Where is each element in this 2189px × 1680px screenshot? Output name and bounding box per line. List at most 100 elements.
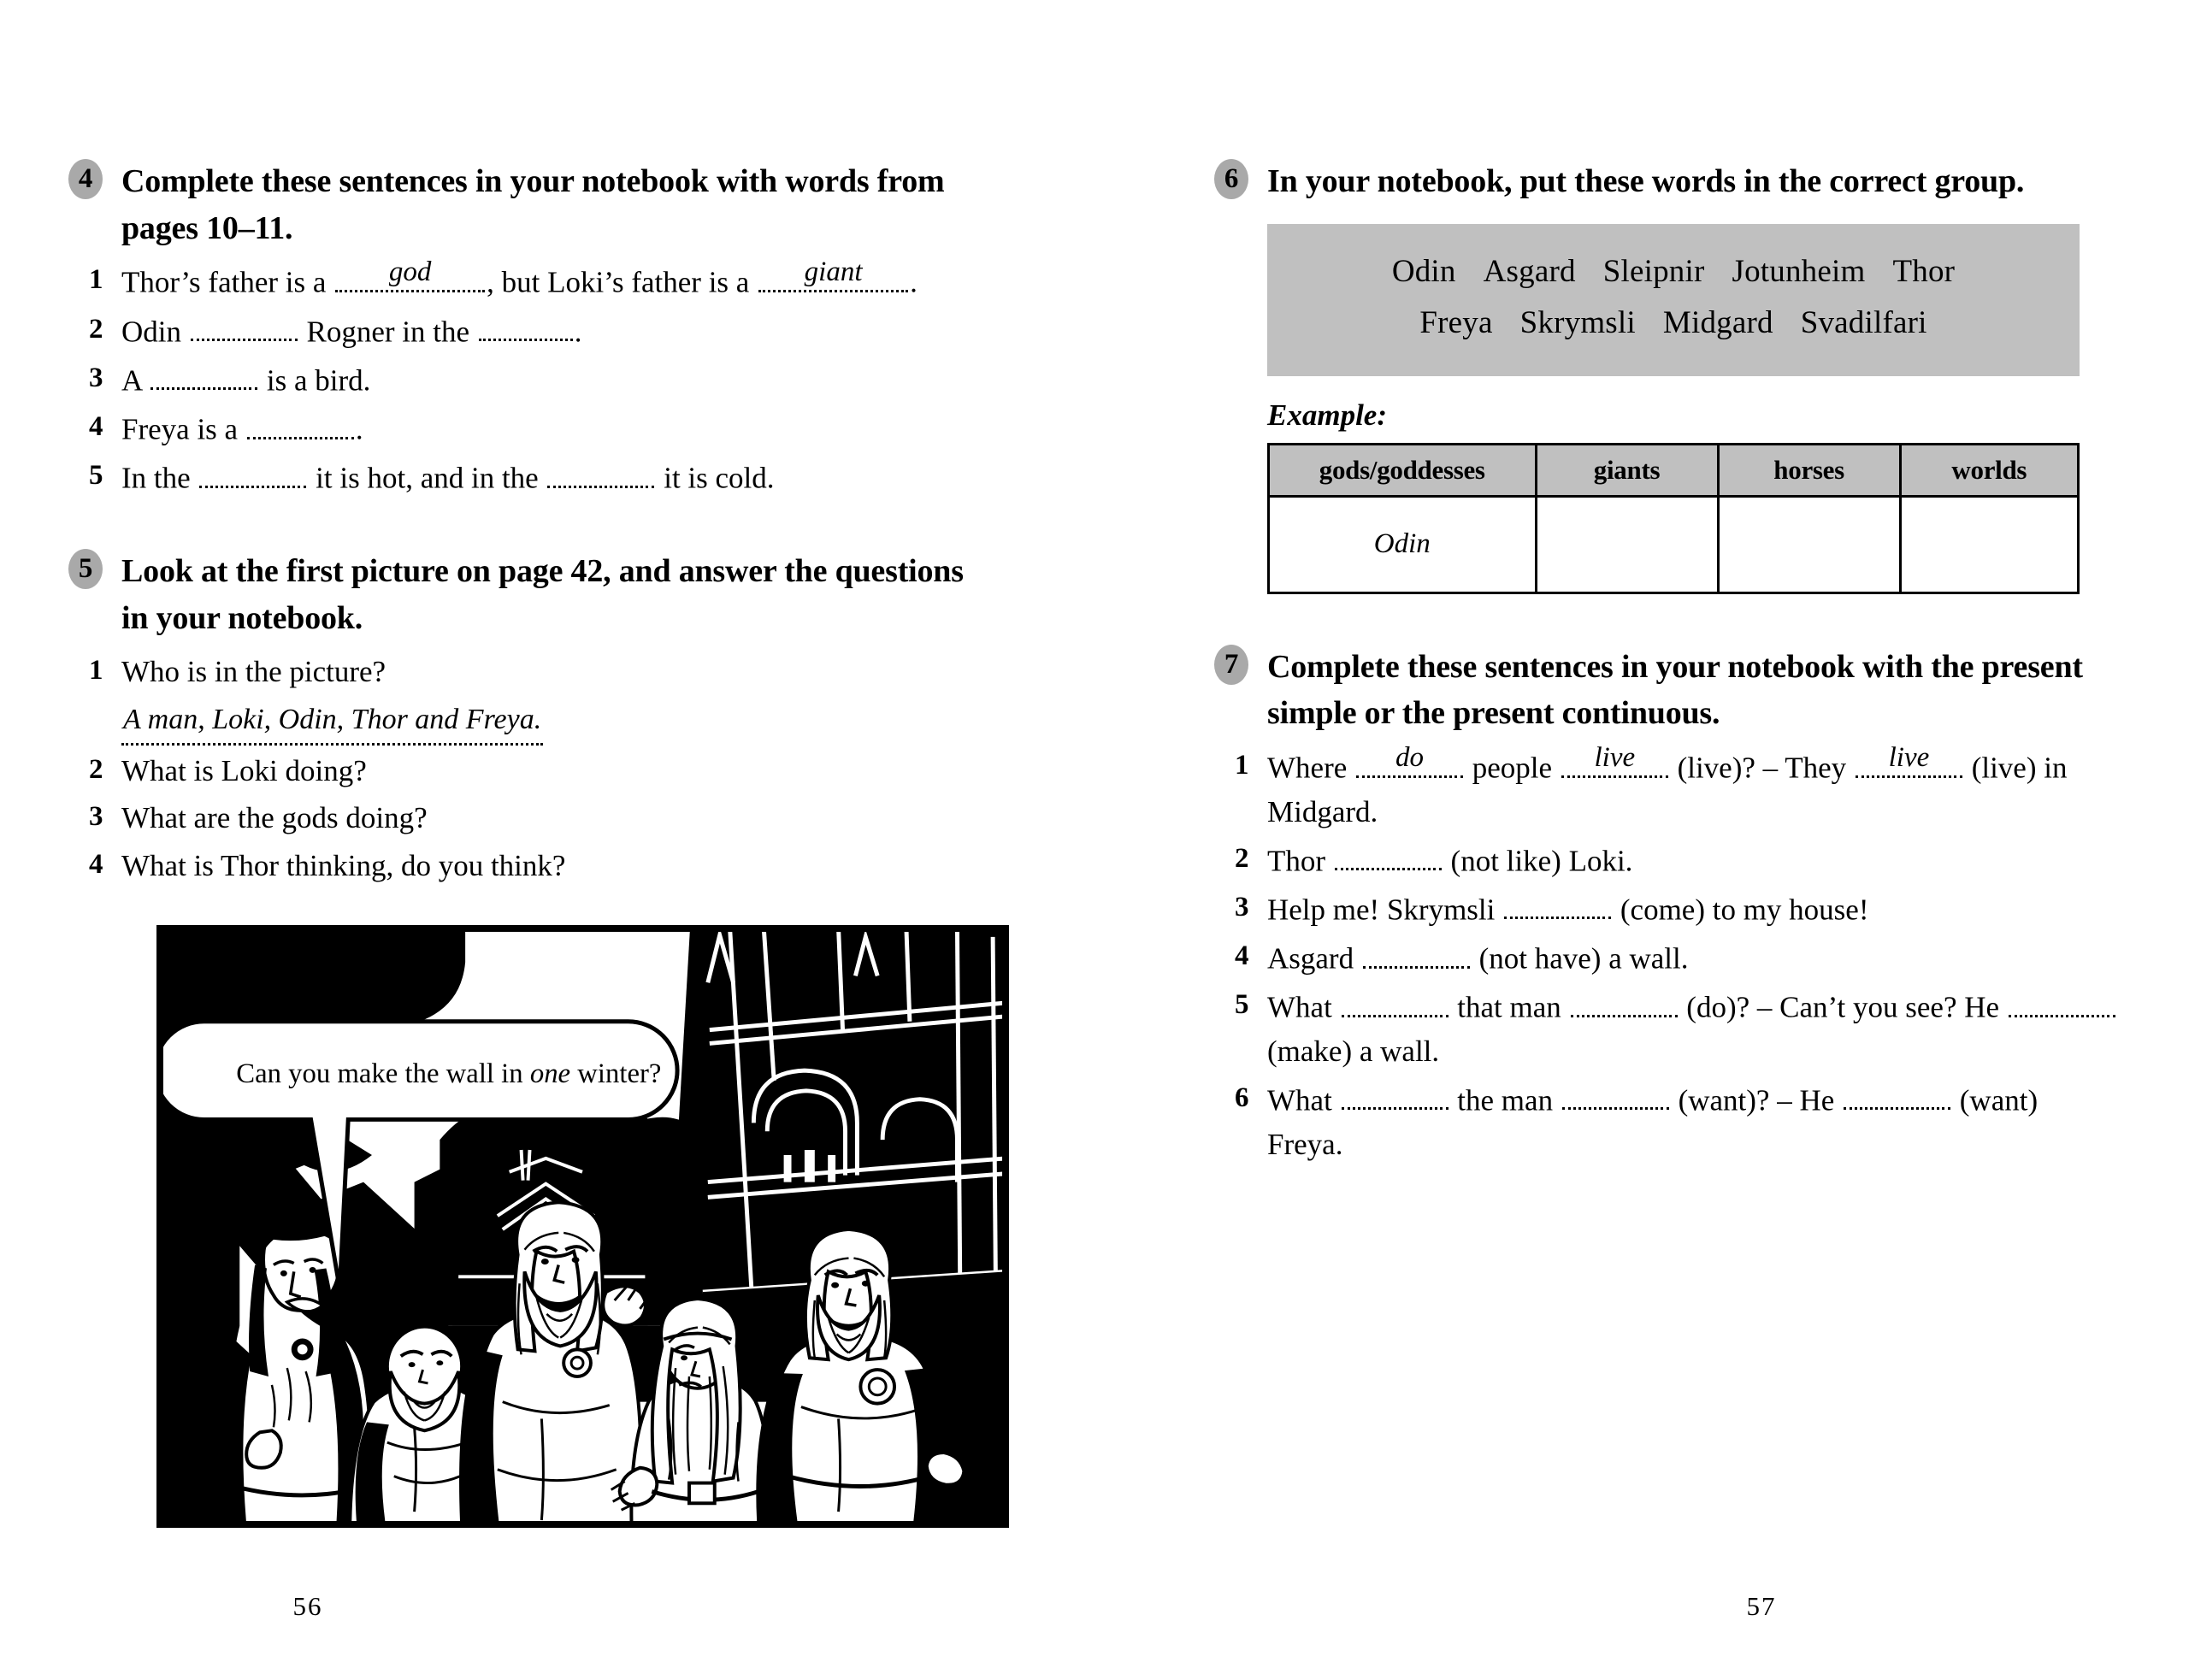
answer-blank[interactable] (1570, 984, 1678, 1017)
item-text: Freya is a (121, 412, 245, 446)
exercise-item: 3 What are the gods doing? (68, 796, 983, 840)
item-number: 4 (1235, 940, 1249, 971)
answer-blank[interactable] (1844, 1077, 1951, 1111)
word-bank-item[interactable]: Sleipnir (1603, 246, 1705, 298)
table-cell[interactable] (1898, 494, 2080, 594)
item-text: Help me! Skrymsli (1267, 893, 1503, 927)
exercise-item: 4 Freya is a . (68, 406, 983, 451)
exercise-6-heading-text: In your notebook, put these words in the… (1267, 163, 2025, 199)
item-text: What are the gods doing? (121, 801, 428, 835)
word-bank-item[interactable]: Thor (1892, 246, 1955, 298)
page-left: 4 Complete these sentences in your noteb… (0, 0, 1094, 1680)
item-number: 3 (1235, 891, 1249, 923)
answer-blank[interactable] (150, 357, 258, 391)
answer-blank[interactable]: live (1855, 741, 1962, 778)
answer-blank[interactable] (1362, 935, 1470, 969)
word-bank-item[interactable]: Freya (1419, 298, 1492, 349)
word-bank-item[interactable]: Odin (1392, 246, 1456, 298)
item-number: 4 (89, 410, 103, 442)
exercise-item: 4 Asgard (not have) a wall. (1214, 935, 2121, 981)
table-cell[interactable] (1716, 494, 1902, 594)
exercise-item: 3 Help me! Skrymsli (come) to my house! (1214, 887, 2121, 932)
item-text: , but Loki’s father is a (487, 266, 758, 300)
item-text: it is cold. (656, 461, 775, 495)
exercise-5-heading: 5 Look at the first picture on page 42, … (68, 548, 983, 641)
item-text: Thor’s father is a (121, 266, 334, 300)
item-number: 4 (89, 848, 103, 880)
exercise-item: 2 Thor (not like) Loki. (1214, 838, 2121, 883)
item-text: Odin (121, 315, 189, 349)
item-number: 1 (1235, 750, 1249, 781)
filled-answer: giant (804, 256, 863, 288)
filled-answer: god (388, 256, 432, 288)
answer-blank[interactable]: god (335, 256, 486, 293)
exercise-item: 1 Who is in the picture? A man, Loki, Odin… (68, 650, 983, 746)
table-column-header: horses (1716, 442, 1902, 498)
answer-blank[interactable] (2008, 984, 2115, 1017)
answer-blank[interactable] (1561, 1077, 1669, 1111)
item-text: is a bird. (259, 363, 371, 398)
word-bank-row: Odin Asgard Sleipnir Jotunheim Thor (1301, 246, 2045, 298)
word-bank-item[interactable]: Skrymsli (1520, 298, 1636, 349)
word-bank: Odin Asgard Sleipnir Jotunheim Thor Freya Skry… (1267, 223, 2080, 376)
bubble-text-after: winter? (570, 1058, 661, 1089)
bubble-text-italic: one (530, 1058, 570, 1089)
book-spread: 4 Complete these sentences in your noteb… (0, 0, 2189, 1680)
item-text: (live)? – They (1669, 751, 1854, 785)
exercise-7-item-list: 1 Where do people live (live)? – They liv… (1214, 741, 2121, 1166)
answer-blank[interactable] (1504, 887, 1612, 920)
exercise-5-heading-text: Look at the first picture on page 42, an… (121, 553, 964, 636)
folio-right: 57 (1746, 1591, 1777, 1621)
answer-blank[interactable] (190, 309, 298, 342)
table-cell[interactable] (1534, 494, 1720, 594)
item-number: 3 (89, 801, 103, 833)
svg-text:Can you make the wall in one w: Can you make the wall in one winter? (236, 1058, 661, 1089)
answer-blank[interactable]: giant (758, 256, 909, 293)
word-bank-item[interactable]: Svadilfari (1801, 298, 1927, 349)
written-answer-line[interactable]: A man, Loki, Odin, Thor and Freya. (121, 699, 544, 746)
item-number: 2 (89, 313, 103, 345)
answer-blank[interactable] (1334, 838, 1442, 871)
exercise-item: 1 Where do people live (live)? – They liv… (1214, 741, 2121, 834)
filled-answer: live (1888, 741, 1930, 773)
answer-blank[interactable]: live (1561, 741, 1668, 778)
table-column-header: giants (1534, 442, 1720, 498)
table-cell[interactable]: Odin (1267, 494, 1537, 594)
answer-blank[interactable]: do (1356, 743, 1464, 778)
item-number: 5 (89, 459, 103, 491)
exercise-item: 3A is a bird. (68, 357, 983, 403)
exercise-item: 1 Thor’s father is a god , but Loki’s fath… (68, 256, 983, 304)
exercise-5: 5 Look at the first picture on page 42, … (68, 548, 983, 887)
item-text: A (121, 363, 150, 398)
exercise-item: 2 What is Loki doing? (68, 749, 983, 793)
item-text: Thor (1267, 844, 1333, 878)
item-text: (make) a wall. (1267, 1035, 1440, 1069)
item-text: people (1465, 751, 1560, 785)
item-number: 3 (89, 362, 103, 393)
table-row: Odin (1267, 494, 2080, 594)
exercise-item: 5 What that man (do)? – Can’t you see? He… (1214, 984, 2121, 1074)
item-text: Asgard (1267, 941, 1361, 976)
item-text: Where (1267, 751, 1355, 785)
exercise-4-number-badge: 4 (68, 159, 103, 199)
answer-blank[interactable] (199, 455, 307, 488)
exercise-7-number-badge: 7 (1214, 644, 1248, 685)
item-text: What is Thor thinking, do you think? (121, 848, 566, 882)
exercise-5-number-badge: 5 (68, 549, 103, 590)
word-bank-item[interactable]: Asgard (1484, 246, 1576, 298)
item-text: . (355, 412, 363, 446)
answer-blank[interactable] (547, 455, 655, 488)
answer-blank[interactable] (478, 309, 573, 342)
item-text: Who is in the picture? (121, 654, 386, 688)
item-text: (not like) Loki. (1443, 844, 1633, 878)
word-bank-item[interactable]: Jotunheim (1732, 246, 1865, 298)
answer-blank[interactable] (246, 406, 354, 439)
answer-blank[interactable] (1341, 1077, 1449, 1111)
filled-answer: live (1594, 741, 1636, 773)
item-text: (not have) a wall. (1471, 941, 1689, 976)
word-bank-item[interactable]: Midgard (1663, 298, 1773, 349)
table-header-row: gods/goddesses giants horses worlds (1267, 442, 2080, 498)
example-label: Example: (1267, 398, 1387, 432)
answer-blank[interactable] (1341, 984, 1449, 1017)
table-column-header: worlds (1898, 442, 2080, 498)
